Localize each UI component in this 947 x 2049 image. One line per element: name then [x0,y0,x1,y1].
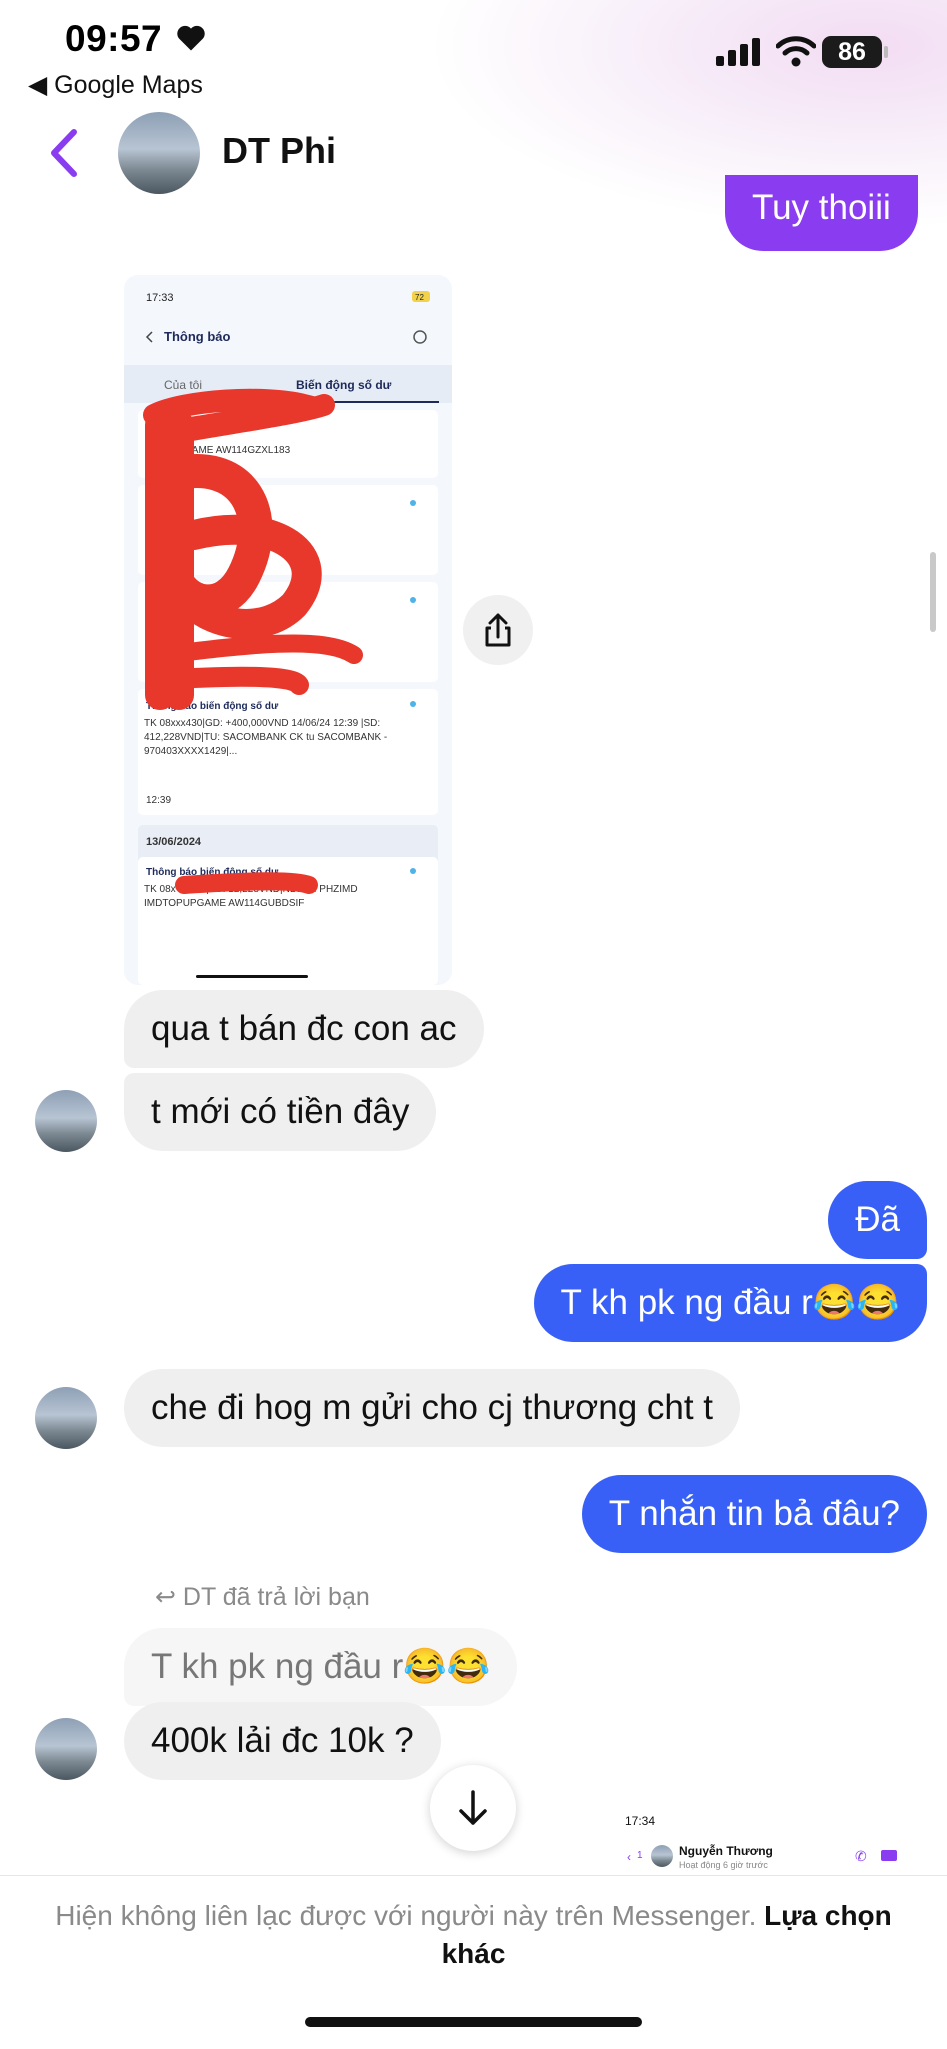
unavailable-notice: Hiện không liên lạc được với người này t… [40,1897,907,1973]
peek-status: Hoạt động 6 giờ trước [679,1860,768,1870]
peek-phone-icon: ✆ [855,1848,867,1864]
img-time: 17:33 [146,292,174,304]
heart-icon [177,25,205,51]
notice-text: Hiện không liên lạc được với người này t… [55,1900,757,1931]
message-incoming[interactable]: che đi hog m gửi cho cj thương cht t [124,1369,741,1447]
img-title: Thông báo [164,329,230,344]
reply-meta-text: DT đã trả lời bạn [182,1583,370,1611]
battery-indicator: 86 [822,36,882,68]
message-outgoing[interactable]: T nhắn tin bả đâu? [581,1475,927,1553]
peek-time: 17:34 [625,1814,656,1828]
message-outgoing[interactable]: Tuy thoiii [725,175,918,251]
contact-avatar-small[interactable] [35,1718,97,1780]
reply-arrow-icon: ↩ [155,1583,183,1611]
img-date-header: 13/06/2024 [146,836,202,848]
message-incoming[interactable]: 400k lải đc 10k ? [124,1702,441,1780]
contact-avatar-small[interactable] [35,1387,97,1449]
contact-avatar[interactable] [118,112,200,194]
message-outgoing[interactable]: Đã [828,1181,927,1259]
wifi-icon [776,36,816,67]
img-tab-balance: Biến động số dư [296,378,392,392]
contact-avatar-small[interactable] [35,1090,97,1152]
reply-quote[interactable]: T kh pk ng đầu r😂😂 [124,1628,518,1706]
back-chevron-icon[interactable] [46,128,80,178]
reply-indicator: ↩ DT đã trả lời bạn [155,1582,370,1612]
contact-name[interactable]: DT Phi [222,130,336,172]
peek-video-icon [881,1850,897,1861]
battery-nub [884,46,888,58]
peek-back-icon: ‹ [627,1850,631,1864]
home-indicator[interactable] [305,2017,642,2027]
share-icon [485,613,511,647]
back-to-app-link[interactable]: ◀ Google Maps [28,70,203,100]
arrow-down-icon [459,1790,487,1825]
cellular-signal-icon [716,38,760,66]
message-incoming[interactable]: t mới có tiền đây [124,1073,437,1151]
img-row2-body: TK 08xxx430|GD: +400,000VND 14/06/24 12:… [144,718,388,757]
shared-image[interactable]: 17:33 72 Thông báo Của tôi Biến động số … [124,275,452,985]
scroll-to-bottom-button[interactable] [430,1765,516,1851]
img-tab-mine: Của tôi [164,378,202,392]
share-button[interactable] [463,595,533,665]
message-outgoing[interactable]: T kh pk ng đầu r😂😂 [533,1264,927,1342]
peek-name: Nguyễn Thương [679,1844,773,1858]
scrollbar[interactable] [930,552,936,632]
status-time: 09:57 [65,18,163,59]
next-image-preview[interactable]: 17:34 ‹ 1 Nguyễn Thương Hoạt động 6 giờ … [615,1810,915,1875]
img-row2-time: 12:39 [146,795,171,806]
img-battery: 72 [415,293,424,302]
shared-image-content: 17:33 72 Thông báo Của tôi Biến động số … [124,275,452,985]
message-incoming[interactable]: qua t bán đc con ac [124,990,484,1068]
peek-badge: 1 [637,1850,643,1861]
peek-avatar [651,1845,673,1867]
